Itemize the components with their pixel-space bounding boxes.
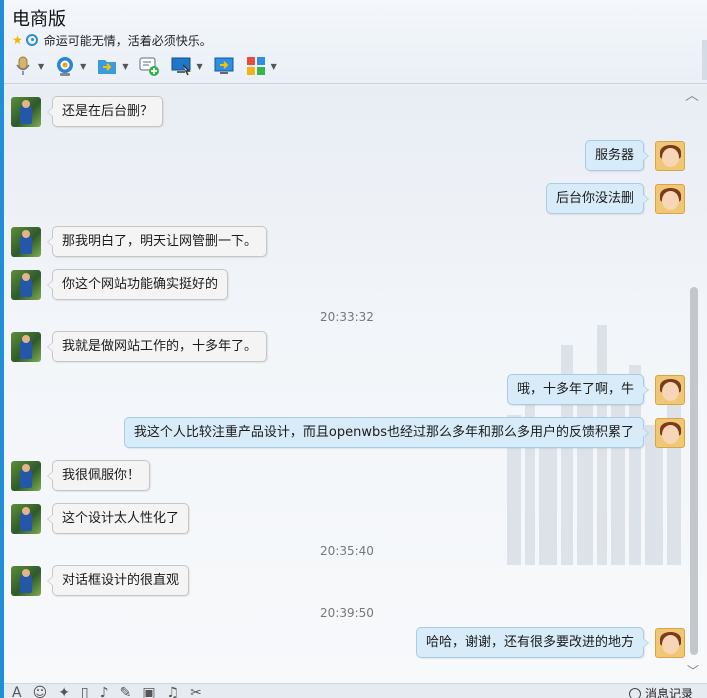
avatar[interactable] <box>11 503 41 534</box>
message-outgoing: 哈哈，谢谢，还有很多要改进的地方 <box>415 627 685 658</box>
apps-button[interactable]: ▼ <box>245 53 277 79</box>
chevron-down-icon[interactable]: ▼ <box>122 62 128 71</box>
chevron-down-icon[interactable]: ▼ <box>271 62 277 71</box>
scrollbar-thumb[interactable] <box>690 287 698 655</box>
collapse-icon[interactable]: ︿ <box>685 85 699 105</box>
message-incoming: 对话框设计的很直观 <box>11 565 190 596</box>
avatar[interactable] <box>655 183 685 214</box>
message-incoming: 我很佩服你！ <box>11 460 151 491</box>
header-edge <box>702 40 707 80</box>
message-bubble: 后台你没法删 <box>545 183 650 214</box>
screen-share-icon <box>213 55 235 77</box>
message-outgoing: 服务器 <box>584 140 685 171</box>
star-icon[interactable]: ★ <box>12 33 23 47</box>
avatar[interactable] <box>11 96 41 127</box>
send-file-button[interactable]: ▼ <box>96 53 128 79</box>
message-incoming: 还是在后台删？ <box>11 96 164 127</box>
app-grid-icon <box>245 55 267 77</box>
add-chat-icon <box>138 55 160 77</box>
emoji-icon[interactable]: ☺ <box>33 685 48 698</box>
chat-header: 电商版 ★ 命运可能无情，活着必须快乐。 ▼ ▼ ▼ ▼ ▼ <box>4 0 707 84</box>
remote-desktop-icon <box>170 55 192 77</box>
signature-row: ★ 命运可能无情，活着必须快乐。 <box>12 32 212 48</box>
voice-call-button[interactable]: ▼ <box>12 53 44 79</box>
video-call-button[interactable]: ▼ <box>54 53 86 79</box>
edit-icon[interactable]: ✎ <box>120 685 132 698</box>
avatar[interactable] <box>11 331 41 362</box>
shake-icon[interactable]: ▯ <box>81 685 89 698</box>
message-history-label: 消息记录 <box>644 687 693 698</box>
message-outgoing: 哦，十多年了啊，牛 <box>506 374 685 405</box>
message-bubble: 哈哈，谢谢，还有很多要改进的地方 <box>415 627 650 658</box>
chevron-down-icon[interactable]: ▼ <box>38 62 44 71</box>
avatar[interactable] <box>655 140 685 171</box>
message-timestamp: 20:39:50 <box>320 606 374 620</box>
qzone-icon[interactable] <box>25 34 38 46</box>
message-incoming: 你这个网站功能确实挺好的 <box>11 269 229 300</box>
message-bubble: 哦，十多年了啊，牛 <box>506 374 650 405</box>
share-screen-button[interactable] <box>213 53 235 79</box>
image-icon[interactable]: ▣ <box>142 685 155 698</box>
message-bubble: 那我明白了，明天让网管删一下。 <box>46 226 268 257</box>
avatar[interactable] <box>11 460 41 491</box>
music-icon[interactable]: ♫ <box>167 685 180 698</box>
avatar[interactable] <box>11 269 41 300</box>
message-outgoing: 我这个人比较注重产品设计，而且openwbs也经过那么多年和那么多用户的反馈积累… <box>123 417 685 448</box>
background-skyline <box>507 325 681 565</box>
message-bubble: 对话框设计的很直观 <box>46 565 190 596</box>
message-bubble: 这个设计太人性化了 <box>46 503 190 534</box>
file-transfer-icon <box>96 55 118 77</box>
message-incoming: 这个设计太人性化了 <box>11 503 190 534</box>
create-discussion-button[interactable] <box>138 53 160 79</box>
signature-text: 命运可能无情，活着必须快乐。 <box>43 33 212 48</box>
magic-icon[interactable]: ✦ <box>58 685 70 698</box>
avatar[interactable] <box>655 627 685 658</box>
message-bubble: 我这个人比较注重产品设计，而且openwbs也经过那么多年和那么多用户的反馈积累… <box>123 417 650 448</box>
remote-assist-button[interactable]: ▼ <box>170 53 203 79</box>
chat-title: 电商版 <box>12 9 66 30</box>
message-timestamp: 20:35:40 <box>320 544 374 558</box>
message-incoming: 那我明白了，明天让网管删一下。 <box>11 226 268 257</box>
message-bubble: 我很佩服你！ <box>46 460 151 491</box>
message-bubble: 还是在后台删？ <box>46 96 164 127</box>
screenshot-icon[interactable]: ✂ <box>190 685 202 698</box>
avatar[interactable] <box>11 226 41 257</box>
input-toolbar: A ☺ ✦ ▯ ♪ ✎ ▣ ♫ ✂ 消息记录 <box>4 683 707 698</box>
message-area[interactable]: ︿ ﹀ 还是在后台删？ 服务器 后台你没法删 那我明白了，明天让网管删一下。 你… <box>4 85 707 683</box>
chevron-down-icon[interactable]: ▼ <box>196 62 202 71</box>
avatar[interactable] <box>655 374 685 405</box>
message-outgoing: 后台你没法删 <box>545 183 685 214</box>
avatar[interactable] <box>655 417 685 448</box>
microphone-icon <box>12 55 34 77</box>
avatar[interactable] <box>11 565 41 596</box>
webcam-icon <box>54 55 76 77</box>
scroll-down-icon[interactable]: ﹀ <box>687 662 699 679</box>
message-incoming: 我就是做网站工作的，十多年了。 <box>11 331 268 362</box>
message-bubble: 你这个网站功能确实挺好的 <box>46 269 229 300</box>
voice-message-icon[interactable]: ♪ <box>100 685 109 698</box>
chat-toolbar: ▼ ▼ ▼ ▼ ▼ <box>12 53 287 79</box>
message-history-button[interactable]: 消息记录 <box>628 685 693 698</box>
input-tools: A ☺ ✦ ▯ ♪ ✎ ▣ ♫ ✂ <box>12 685 213 698</box>
message-timestamp: 20:33:32 <box>320 310 374 324</box>
clock-icon <box>628 687 641 698</box>
message-bubble: 服务器 <box>584 140 650 171</box>
font-icon[interactable]: A <box>12 685 22 698</box>
chevron-down-icon[interactable]: ▼ <box>80 62 86 71</box>
message-bubble: 我就是做网站工作的，十多年了。 <box>46 331 268 362</box>
